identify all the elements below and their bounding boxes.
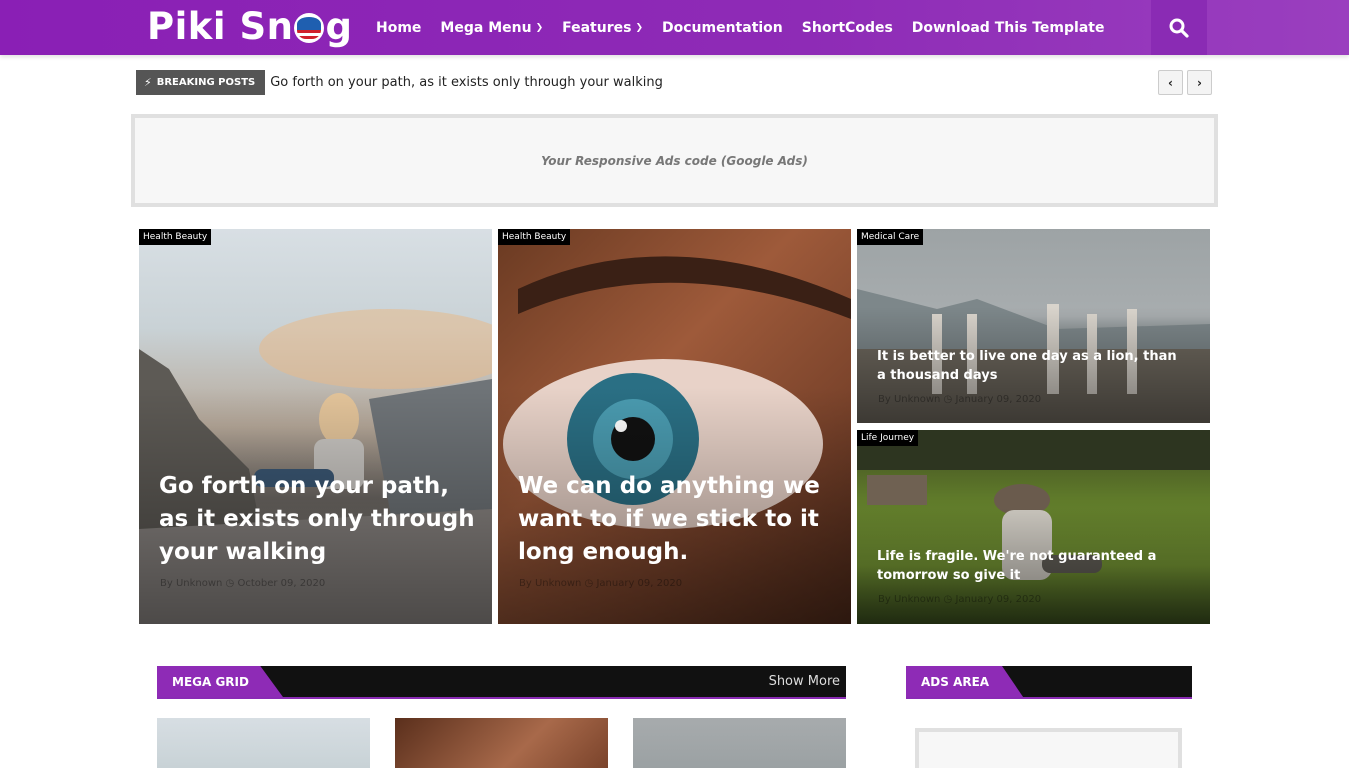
- chevron-left-icon: ‹: [1168, 75, 1173, 90]
- grid-thumbnail[interactable]: [633, 718, 846, 768]
- top-navbar: Piki Sn g Home Mega Menu ❯ Features ❯ Docum…: [0, 0, 1349, 55]
- show-more-link[interactable]: Show More: [769, 666, 840, 697]
- ticker-prev-button[interactable]: ‹: [1158, 70, 1183, 95]
- chevron-down-icon: ❯: [535, 22, 544, 33]
- ads-area-header: ADS AREA: [906, 666, 1192, 699]
- ad-banner: Your Responsive Ads code (Google Ads): [131, 114, 1218, 207]
- post-meta: By Unknown ◷ January 09, 2020: [878, 594, 1042, 605]
- mega-grid-header: MEGA GRID Show More: [157, 666, 846, 699]
- post-title[interactable]: We can do anything we want to if we stic…: [518, 470, 838, 569]
- bolt-icon: ⚡︎: [144, 76, 152, 89]
- ad-placeholder-text: Your Responsive Ads code (Google Ads): [541, 153, 808, 168]
- post-meta: By Unknown ◷ January 09, 2020: [519, 578, 683, 589]
- sidebar-ad-box: [915, 728, 1182, 768]
- post-meta: By Unknown ◷ October 09, 2020: [160, 578, 326, 589]
- featured-post-card[interactable]: Medical Care It is better to live one da…: [857, 229, 1210, 423]
- chevron-down-icon: ❯: [635, 22, 643, 33]
- featured-post-card[interactable]: Health Beauty Go forth on your path, as …: [139, 229, 492, 624]
- nav-features[interactable]: Features ❯: [562, 20, 643, 36]
- chevron-right-icon: ›: [1197, 75, 1202, 90]
- search-icon: [1169, 18, 1189, 38]
- nav-home[interactable]: Home: [376, 20, 421, 36]
- nav-mega-menu[interactable]: Mega Menu ❯: [440, 20, 543, 36]
- category-tag[interactable]: Life Journey: [857, 430, 919, 446]
- nav-shortcodes[interactable]: ShortCodes: [802, 20, 893, 36]
- main-nav: Home Mega Menu ❯ Features ❯ Documentation …: [376, 0, 1123, 55]
- category-tag[interactable]: Health Beauty: [139, 229, 212, 245]
- grid-thumbnail[interactable]: [395, 718, 608, 768]
- featured-post-card[interactable]: Life Journey Life is fragile. We're not …: [857, 430, 1210, 624]
- grid-thumbnail[interactable]: [157, 718, 370, 768]
- section-title: ADS AREA: [906, 666, 1024, 697]
- post-title[interactable]: Go forth on your path, as it exists only…: [159, 470, 479, 569]
- site-logo[interactable]: Piki Sn g: [147, 4, 352, 50]
- featured-post-card[interactable]: Health Beauty We can do anything we want…: [498, 229, 851, 624]
- search-button[interactable]: [1151, 0, 1207, 55]
- breaking-label: ⚡︎ BREAKING POSTS: [136, 70, 266, 95]
- logo-text-end: g: [325, 5, 353, 48]
- category-tag[interactable]: Medical Care: [857, 229, 924, 245]
- section-title: MEGA GRID: [157, 666, 283, 697]
- nav-download-template[interactable]: Download This Template: [912, 20, 1105, 36]
- breaking-posts-ticker: ⚡︎ BREAKING POSTS Go forth on your path, …: [136, 70, 663, 95]
- ticker-next-button[interactable]: ›: [1187, 70, 1212, 95]
- category-tag[interactable]: Health Beauty: [498, 229, 571, 245]
- post-meta: By Unknown ◷ January 09, 2020: [878, 394, 1042, 405]
- nav-documentation[interactable]: Documentation: [662, 20, 783, 36]
- post-title[interactable]: Life is fragile. We're not guaranteed a …: [877, 547, 1177, 585]
- logo-text: Piki Sn: [147, 5, 294, 48]
- logo-o-emblem-icon: [294, 13, 325, 43]
- post-title[interactable]: It is better to live one day as a lion, …: [877, 347, 1177, 385]
- breaking-post-link[interactable]: Go forth on your path, as it exists only…: [270, 75, 663, 90]
